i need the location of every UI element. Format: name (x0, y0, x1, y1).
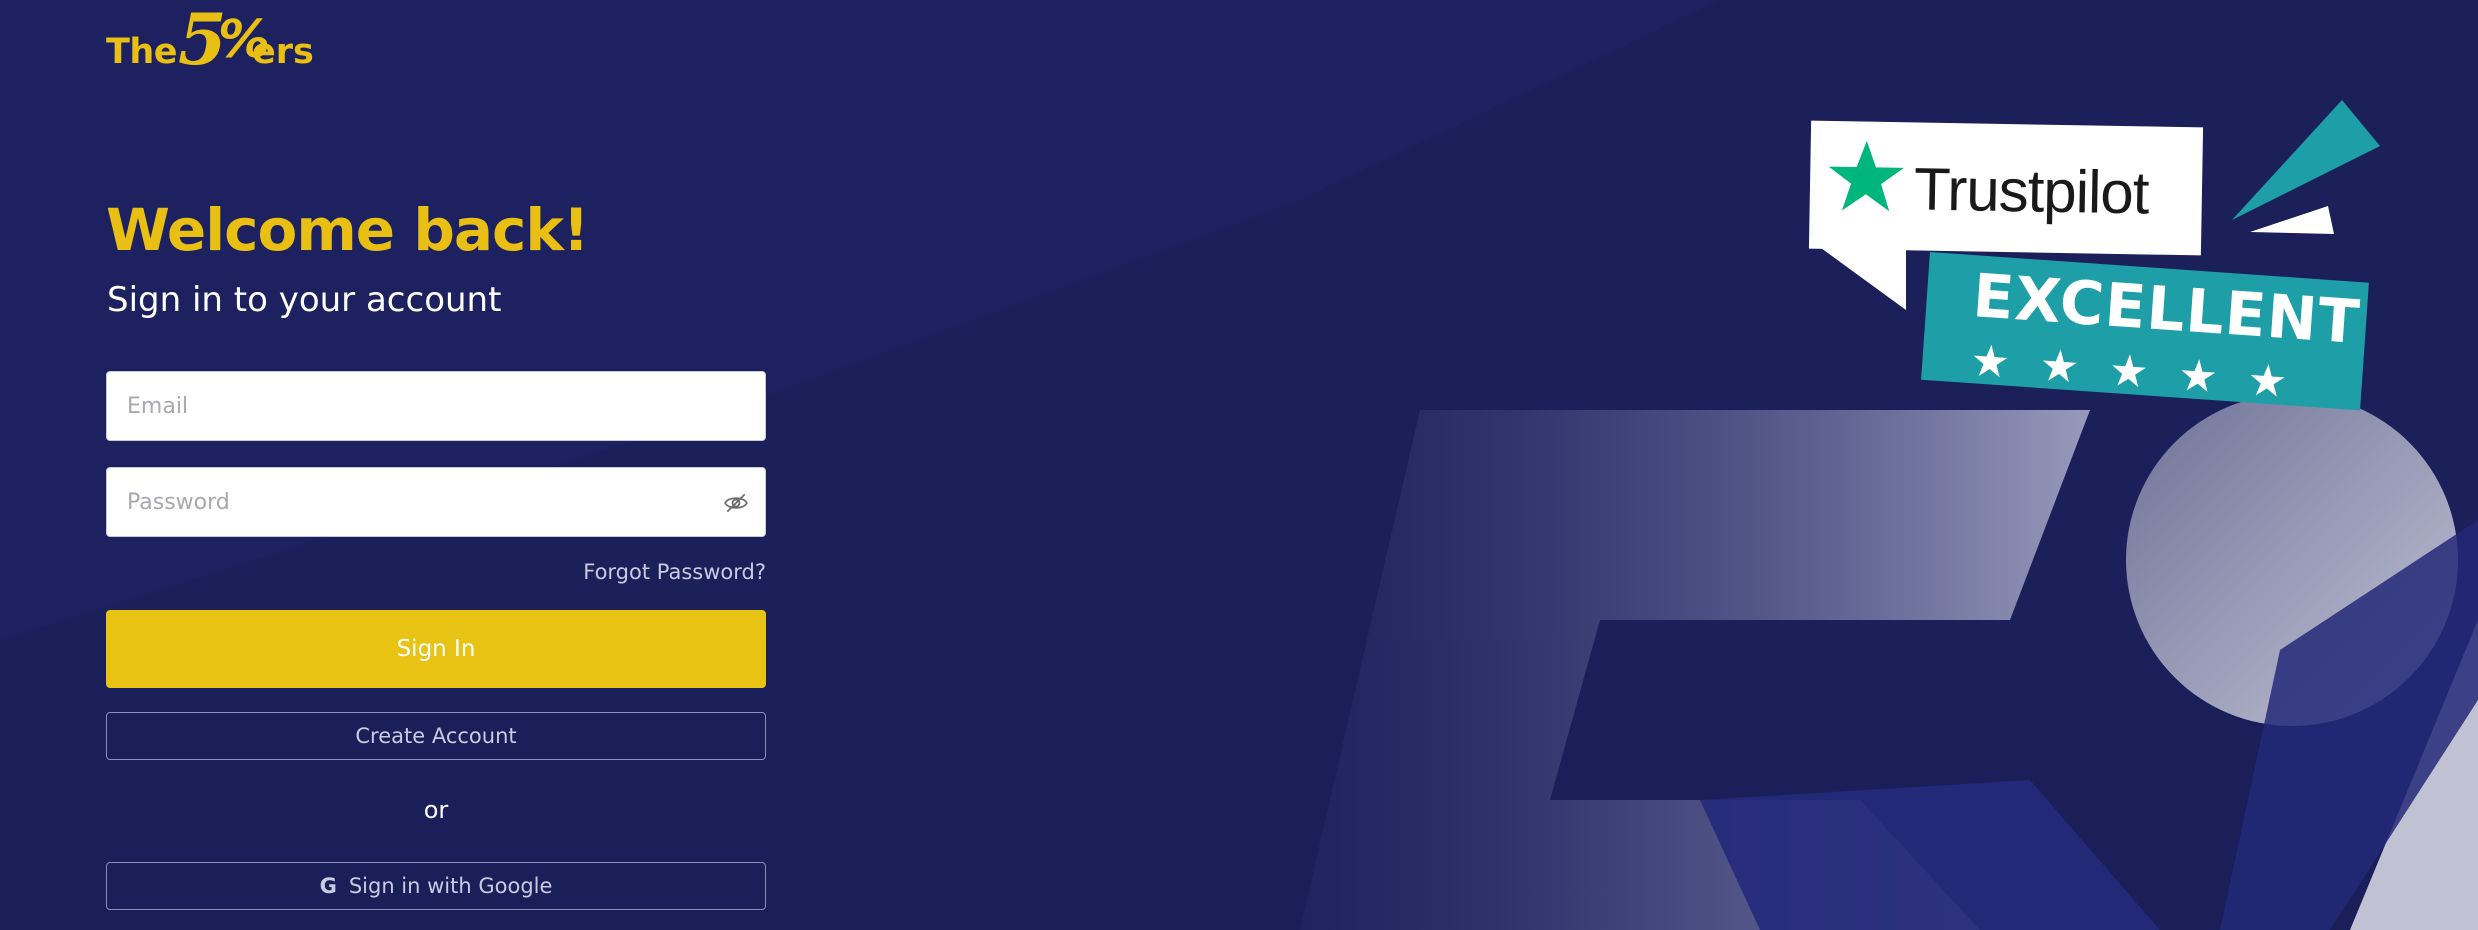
trustpilot-wordmark: Trustpilot (1913, 155, 2150, 227)
page-title: Welcome back! (106, 196, 589, 264)
google-signin-label: Sign in with Google (348, 874, 553, 898)
google-icon: G (319, 874, 337, 898)
page-subtitle: Sign in to your account (107, 280, 502, 320)
forgot-password-link[interactable]: Forgot Password? (560, 560, 766, 584)
eye-slash-icon[interactable] (723, 490, 749, 516)
logo-ers: ers (252, 32, 314, 72)
logo-the: The (106, 32, 178, 72)
create-account-label: Create Account (355, 724, 517, 748)
email-field-container (106, 371, 766, 441)
speech-tail-icon (1810, 240, 1906, 310)
decorative-triangle-icon (2232, 100, 2380, 234)
or-divider: or (423, 796, 449, 824)
create-account-button[interactable]: Create Account (106, 712, 766, 760)
trustpilot-badge: Trustpilot (1808, 120, 2204, 256)
google-signin-button[interactable]: G Sign in with Google (106, 862, 766, 910)
password-input[interactable] (125, 468, 689, 536)
password-field-container (106, 467, 766, 537)
email-input[interactable] (125, 372, 689, 440)
trustpilot-star-icon (1828, 140, 1905, 212)
sign-in-button[interactable]: Sign In (106, 610, 766, 688)
